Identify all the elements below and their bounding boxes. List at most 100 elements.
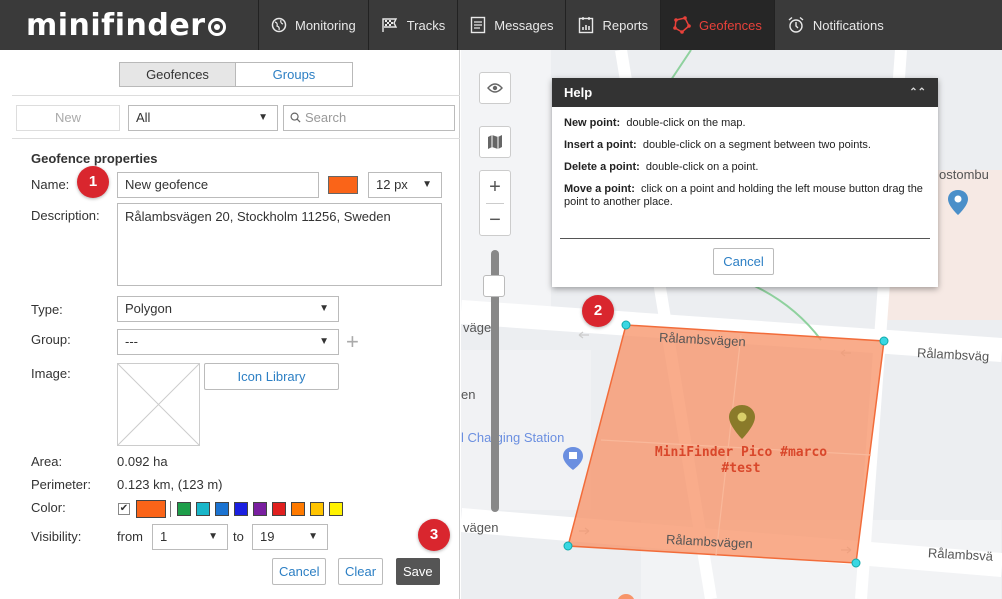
device-label-line2: #test [721, 461, 761, 476]
zoom-out-button[interactable]: − [480, 204, 510, 236]
help-text: double-click on a point. [645, 161, 759, 173]
color-swatch-green[interactable] [177, 502, 191, 516]
nav-messages-label: Messages [494, 17, 554, 33]
help-term: Move a point: [564, 183, 635, 195]
clear-button[interactable]: Clear [338, 558, 384, 585]
color-swatch-dark-blue[interactable] [234, 502, 248, 516]
step-badge-3: 3 [418, 519, 450, 551]
chevron-down-icon: ▼ [208, 531, 218, 542]
type-value: Polygon [125, 301, 172, 316]
cancel-button[interactable]: Cancel [272, 558, 327, 585]
visibility-to-value: 19 [260, 529, 275, 544]
description-label: Description: [31, 208, 100, 223]
image-placeholder[interactable] [117, 363, 200, 446]
search-placeholder: Search [305, 110, 347, 125]
nav-notifications[interactable]: Notifications [773, 0, 896, 50]
minifinder-logo[interactable]: minifinder [0, 0, 258, 50]
geofence-panel: Geofences Groups New All ▼ Search Geofen… [12, 50, 460, 599]
chevron-down-icon: ▼ [319, 336, 329, 347]
top-navigation-bar: minifinder Monitoring Tracks Messages Re… [0, 0, 1002, 50]
help-cancel-button[interactable]: Cancel [713, 248, 774, 275]
chevron-down-icon: ▼ [319, 303, 329, 314]
help-text: double-click on a segment between two po… [642, 139, 871, 151]
report-icon [578, 16, 594, 34]
nav-reports[interactable]: Reports [565, 0, 660, 50]
chevron-down-icon: ▼ [258, 112, 268, 123]
nav-notifications-label: Notifications [812, 17, 884, 33]
nav-geofences-label: Geofences [699, 17, 762, 33]
tab-geofences[interactable]: Geofences [119, 62, 236, 87]
selected-color-swatch[interactable] [136, 500, 166, 518]
color-picker-button[interactable] [328, 176, 358, 194]
perimeter-label: Perimeter: [31, 477, 91, 492]
visibility-to-select[interactable]: 19 ▼ [252, 524, 328, 550]
group-select[interactable]: --- ▼ [117, 329, 339, 355]
save-button[interactable]: Save [396, 558, 440, 585]
help-item: Delete a point: double-click on a point. [564, 161, 926, 174]
tab-groups[interactable]: Groups [236, 62, 353, 87]
color-swatch-red[interactable] [272, 502, 286, 516]
color-swatch-yellow[interactable] [329, 502, 343, 516]
palette-separator [170, 501, 171, 517]
help-title: Help [564, 85, 593, 100]
group-label: Group: [31, 332, 71, 347]
color-swatch-cyan[interactable] [196, 502, 210, 516]
nav-tracks[interactable]: Tracks [367, 0, 458, 50]
add-group-icon[interactable]: + [346, 331, 359, 353]
area-label: Area: [31, 454, 63, 469]
logo-text: minifinder [26, 7, 206, 43]
search-icon [290, 112, 301, 123]
color-swatch-purple[interactable] [253, 502, 267, 516]
visibility-from-select[interactable]: 1 ▼ [152, 524, 228, 550]
chevron-down-icon: ▼ [308, 531, 318, 542]
search-input[interactable]: Search [283, 105, 455, 131]
visibility-from-label: from [117, 529, 143, 544]
nav-monitoring[interactable]: Monitoring [258, 0, 368, 50]
name-field[interactable]: New geofence [117, 172, 319, 198]
color-swatch-amber[interactable] [310, 502, 324, 516]
color-label: Color: [31, 500, 66, 515]
area-label: en [461, 387, 476, 402]
perimeter-value: 0.123 km, (123 m) [117, 477, 223, 492]
help-header[interactable]: Help ⌃⌃ [552, 78, 938, 107]
nav-monitoring-label: Monitoring [295, 17, 356, 33]
empty-image-icon [117, 363, 200, 446]
zoom-in-button[interactable]: + [480, 171, 510, 203]
device-label-line1: MiniFinder Pico #marco [654, 445, 828, 460]
nav-tracks-label: Tracks [406, 17, 446, 33]
color-palette [136, 500, 348, 518]
poi-label: l Charging Station [461, 430, 565, 445]
collapse-icon[interactable]: ⌃⌃ [909, 78, 926, 107]
color-swatch-orange[interactable] [291, 502, 305, 516]
section-title: Geofence properties [31, 151, 158, 166]
color-checkbox[interactable]: ✔ [118, 503, 130, 515]
zoom-slider-handle[interactable] [483, 275, 505, 297]
icon-library-button[interactable]: Icon Library [204, 363, 339, 390]
help-term: Insert a point: [564, 139, 637, 151]
new-geofence-button[interactable]: New [16, 105, 120, 131]
eye-icon[interactable] [479, 72, 511, 104]
area-value: 0.092 ha [117, 454, 168, 469]
nav-messages[interactable]: Messages [457, 0, 565, 50]
filter-select-value: All [136, 110, 151, 125]
message-icon [470, 16, 486, 34]
map-view[interactable]: vägen Rålambsvägen Rålambsväg vägen Råla… [461, 50, 1002, 599]
help-dialog: Help ⌃⌃ New point: double-click on the m… [552, 78, 938, 287]
visibility-label: Visibility: [31, 529, 82, 544]
visibility-to-label: to [233, 529, 244, 544]
zoom-control: + − [479, 170, 511, 236]
type-select[interactable]: Polygon ▼ [117, 296, 339, 322]
geofence-icon [673, 16, 691, 34]
chevron-down-icon: ▼ [422, 179, 432, 190]
step-badge-1: 1 [77, 166, 109, 198]
name-label: Name: [31, 177, 70, 192]
divider [12, 95, 460, 96]
font-size-select[interactable]: 12 px ▼ [368, 172, 442, 198]
map-layers-icon[interactable] [479, 126, 511, 158]
color-swatch-blue[interactable] [215, 502, 229, 516]
description-field[interactable]: Rålambsvägen 20, Stockholm 11256, Sweden [117, 203, 442, 286]
help-term: Delete a point: [564, 161, 640, 173]
filter-select[interactable]: All ▼ [128, 105, 278, 131]
nav-geofences[interactable]: Geofences [660, 0, 774, 50]
help-text: double-click on the map. [626, 117, 746, 129]
